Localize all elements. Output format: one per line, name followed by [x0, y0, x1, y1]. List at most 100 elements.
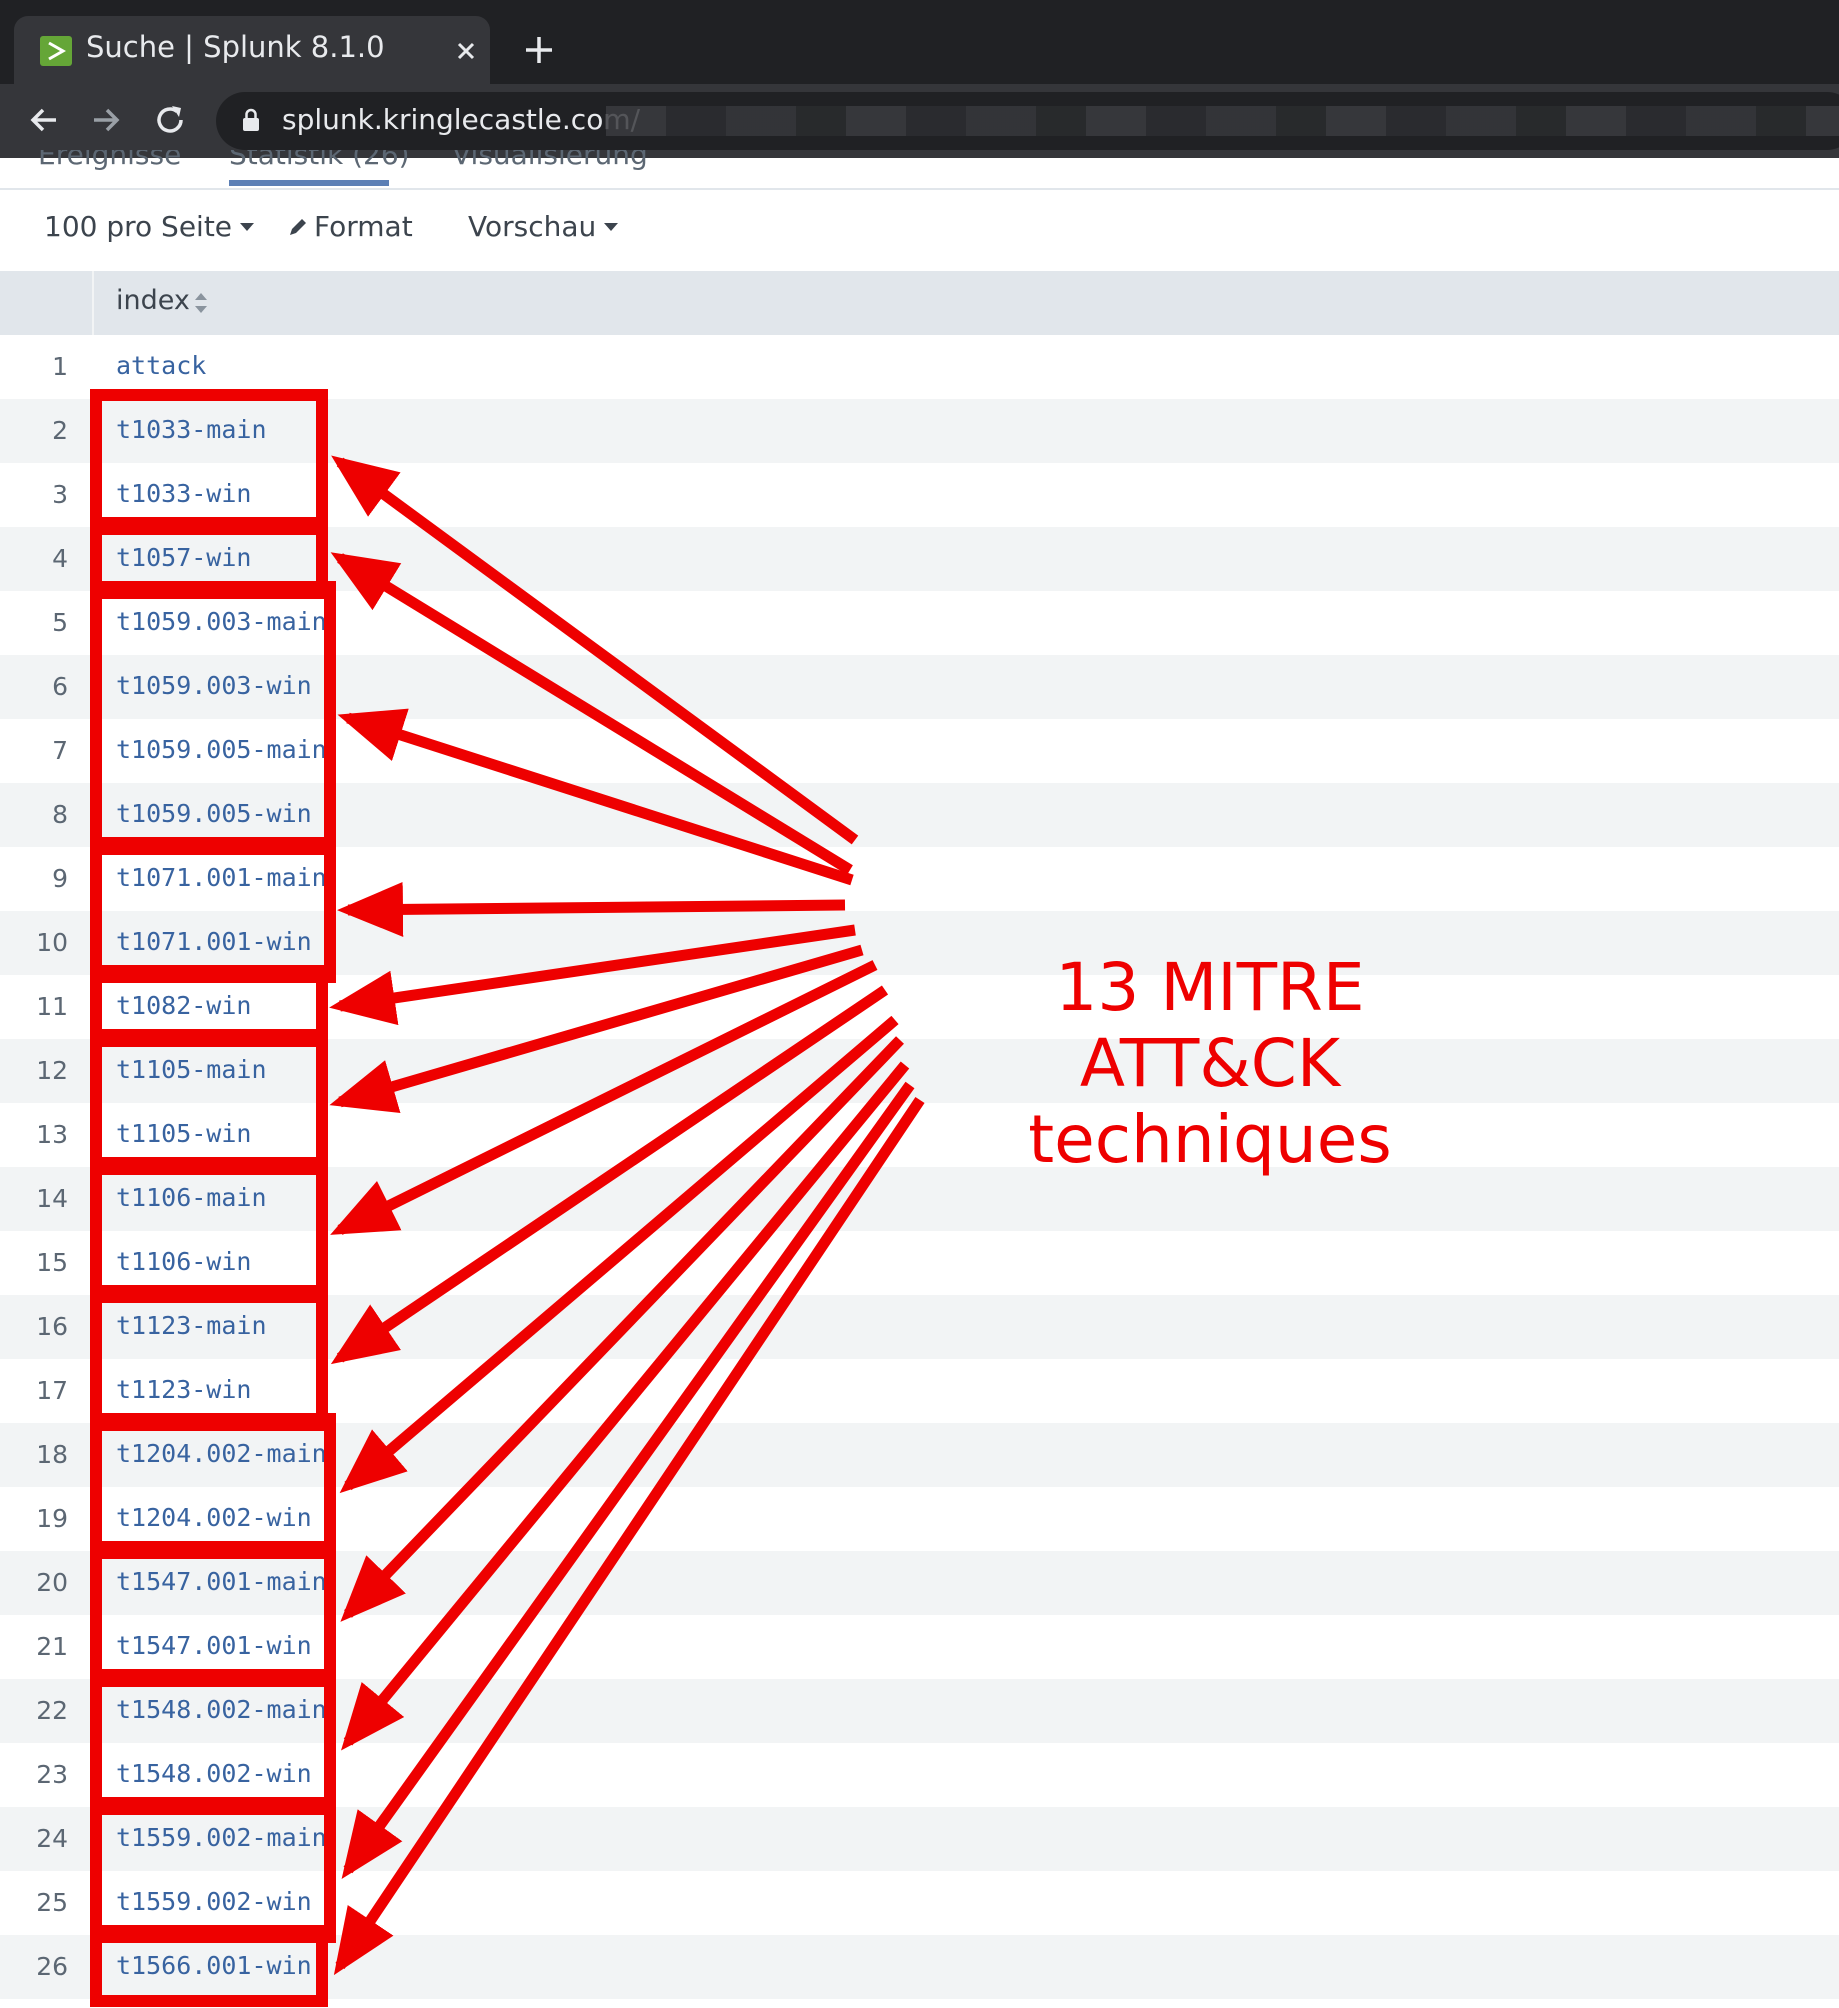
row-number: 1 — [52, 352, 68, 381]
index-value-link[interactable]: t1106-main — [116, 1183, 267, 1212]
row-number: 10 — [36, 928, 68, 957]
index-value-link[interactable]: t1071.001-main — [116, 863, 327, 892]
index-value-link[interactable]: t1105-win — [116, 1119, 251, 1148]
row-number: 22 — [36, 1696, 68, 1725]
index-value-link[interactable]: t1059.005-main — [116, 735, 327, 764]
index-value-link[interactable]: t1059.005-win — [116, 799, 312, 828]
index-value-link[interactable]: t1548.002-win — [116, 1759, 312, 1788]
tab-visualisierung[interactable]: Visualisierung — [452, 150, 648, 171]
index-value-link[interactable]: t1559.002-main — [116, 1823, 327, 1852]
index-value-link[interactable]: t1033-main — [116, 415, 267, 444]
table-row: 22 t1548.002-main — [0, 1679, 1839, 1743]
browser-tab[interactable]: Suche | Splunk 8.1.0 — [14, 16, 490, 84]
row-number: 6 — [52, 672, 68, 701]
table-row: 20 t1547.001-main — [0, 1551, 1839, 1615]
preview-dropdown[interactable]: Vorschau — [468, 210, 619, 243]
results-tabs: Ereignisse Statistik (26) Visualisierung — [0, 150, 1839, 190]
row-number: 11 — [36, 992, 68, 1021]
browser-chrome: Suche | Splunk 8.1.0 splunk.kringlecastl… — [0, 0, 1839, 158]
row-number: 19 — [36, 1504, 68, 1533]
index-value-link[interactable]: t1105-main — [116, 1055, 267, 1084]
url-text: splunk.kringlecastle.com/ — [282, 103, 641, 136]
table-row: 19 t1204.002-win — [0, 1487, 1839, 1551]
index-value-link[interactable]: t1547.001-main — [116, 1567, 327, 1596]
row-number: 4 — [52, 544, 68, 573]
index-value-link[interactable]: t1123-win — [116, 1375, 251, 1404]
table-row: 18 t1204.002-main — [0, 1423, 1839, 1487]
row-number: 26 — [36, 1952, 68, 1981]
table-row: 25 t1559.002-win — [0, 1871, 1839, 1935]
tab-statistik[interactable]: Statistik (26) — [229, 150, 410, 171]
table-row: 16 t1123-main — [0, 1295, 1839, 1359]
sort-icon[interactable] — [194, 291, 208, 315]
row-number: 5 — [52, 608, 68, 637]
row-number: 16 — [36, 1312, 68, 1341]
index-value-link[interactable]: t1548.002-main — [116, 1695, 327, 1724]
caret-down-icon — [604, 223, 619, 231]
active-tab-indicator — [229, 180, 389, 186]
index-value-link[interactable]: t1204.002-main — [116, 1439, 327, 1468]
row-number: 14 — [36, 1184, 68, 1213]
index-value-link[interactable]: t1071.001-win — [116, 927, 312, 956]
back-arrow-icon[interactable] — [24, 100, 64, 140]
tab-title: Suche | Splunk 8.1.0 — [86, 30, 385, 64]
row-number: 15 — [36, 1248, 68, 1277]
table-row: 15 t1106-win — [0, 1231, 1839, 1295]
row-number: 25 — [36, 1888, 68, 1917]
row-number: 12 — [36, 1056, 68, 1085]
caption-line-1: 13 MITRE ATT&CK — [1055, 949, 1365, 1102]
column-header-index[interactable]: index — [116, 285, 190, 316]
index-value-link[interactable]: t1057-win — [116, 543, 251, 572]
reload-icon[interactable] — [150, 100, 190, 140]
table-row: 21 t1547.001-win — [0, 1615, 1839, 1679]
lock-icon — [243, 108, 259, 131]
per-page-label: 100 pro Seite — [44, 210, 233, 243]
index-value-link[interactable]: t1033-win — [116, 479, 251, 508]
row-number: 9 — [52, 864, 68, 893]
address-bar[interactable]: splunk.kringlecastle.com/ — [216, 92, 1839, 150]
table-row: 17 t1123-win — [0, 1359, 1839, 1423]
table-row: 24 t1559.002-main — [0, 1807, 1839, 1871]
table-header: index — [0, 271, 1839, 335]
table-row: 26 t1566.001-win — [0, 1935, 1839, 1999]
index-value-link[interactable]: attack — [116, 351, 206, 380]
format-label: Format — [314, 210, 413, 243]
plus-icon[interactable] — [522, 33, 556, 67]
row-number: 23 — [36, 1760, 68, 1789]
index-value-link[interactable]: t1059.003-win — [116, 671, 312, 700]
index-value-link[interactable]: t1566.001-win — [116, 1951, 312, 1980]
row-number: 3 — [52, 480, 68, 509]
browser-toolbar: splunk.kringlecastle.com/ — [0, 84, 1839, 158]
tab-ereignisse[interactable]: Ereignisse — [38, 150, 181, 171]
annotation-caption: 13 MITRE ATT&CK techniques — [920, 950, 1500, 1178]
table-row: 6 t1059.003-win — [0, 655, 1839, 719]
index-value-link[interactable]: t1204.002-win — [116, 1503, 312, 1532]
format-button[interactable]: Format — [288, 210, 413, 243]
row-number: 7 — [52, 736, 68, 765]
tab-strip: Suche | Splunk 8.1.0 — [0, 8, 1839, 84]
index-value-link[interactable]: t1559.002-win — [116, 1887, 312, 1916]
table-row: 23 t1548.002-win — [0, 1743, 1839, 1807]
row-number: 8 — [52, 800, 68, 829]
row-number: 13 — [36, 1120, 68, 1149]
index-value-link[interactable]: t1059.003-main — [116, 607, 327, 636]
table-row: 2 t1033-main — [0, 399, 1839, 463]
per-page-dropdown[interactable]: 100 pro Seite — [44, 210, 255, 243]
caret-down-icon — [240, 223, 255, 231]
index-value-link[interactable]: t1106-win — [116, 1247, 251, 1276]
table-row: 8 t1059.005-win — [0, 783, 1839, 847]
table-row: 1 attack — [0, 335, 1839, 399]
row-number: 17 — [36, 1376, 68, 1405]
row-number: 21 — [36, 1632, 68, 1661]
forward-arrow-icon[interactable] — [86, 100, 126, 140]
pencil-icon — [290, 219, 306, 235]
index-value-link[interactable]: t1547.001-win — [116, 1631, 312, 1660]
index-value-link[interactable]: t1082-win — [116, 991, 251, 1020]
index-value-link[interactable]: t1123-main — [116, 1311, 267, 1340]
results-controls: 100 pro Seite Format Vorschau — [0, 190, 1839, 270]
caption-line-2: techniques — [1028, 1101, 1392, 1178]
splunk-favicon-icon — [40, 36, 72, 66]
table-row: 4 t1057-win — [0, 527, 1839, 591]
preview-label: Vorschau — [468, 210, 597, 243]
close-icon[interactable] — [451, 36, 481, 66]
